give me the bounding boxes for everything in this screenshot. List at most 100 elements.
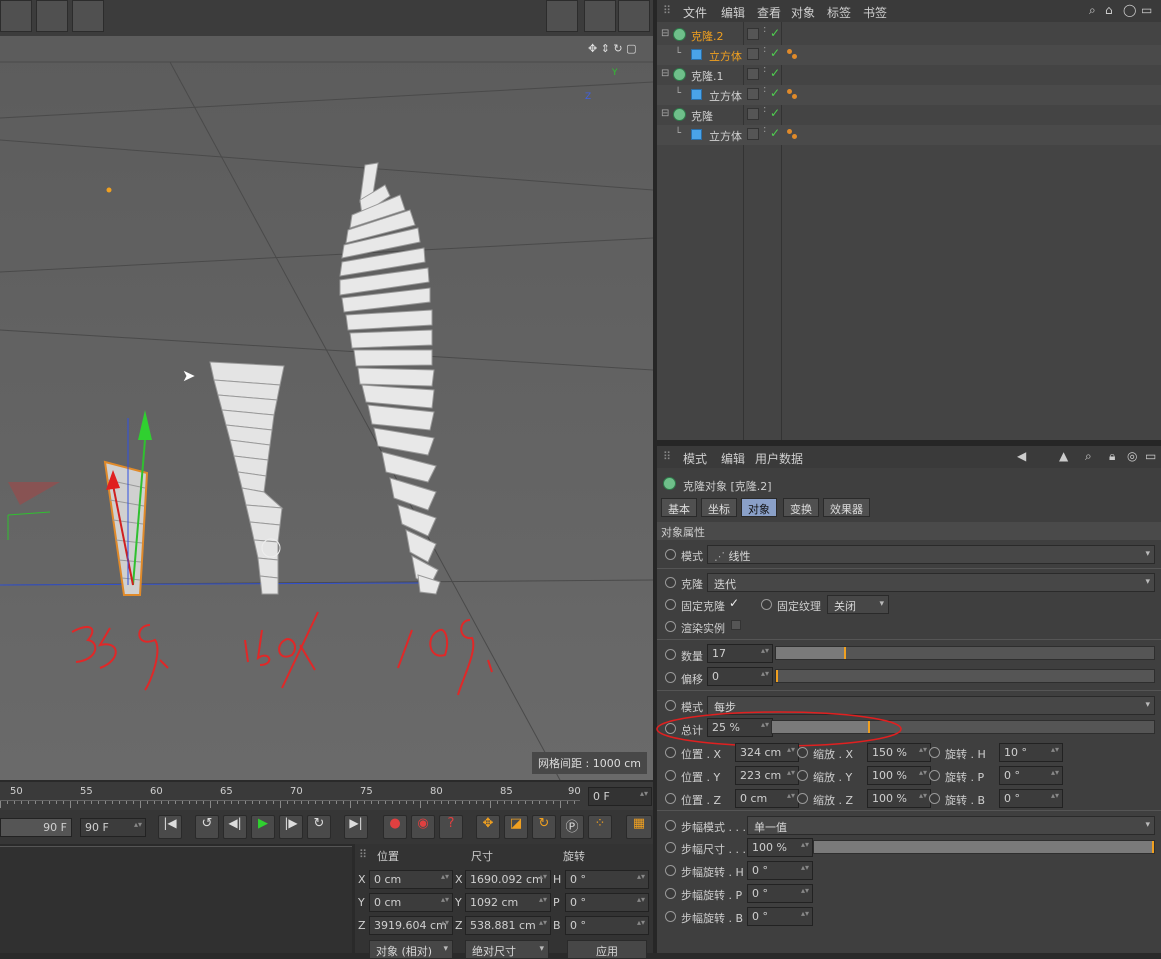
attr-menu-mode[interactable]: 模式 — [683, 450, 707, 467]
count-slider[interactable] — [775, 646, 1155, 660]
step-rot-radio[interactable] — [665, 865, 676, 876]
coord-rot-field[interactable]: 0 ° ▴▾ — [565, 916, 649, 935]
pos-field[interactable]: 0 cm ▴▾ — [735, 789, 799, 808]
layer-toggle-icon[interactable] — [747, 108, 759, 120]
tag-icon[interactable] — [787, 129, 798, 140]
menu-view[interactable]: 查看 — [757, 4, 781, 21]
object-name[interactable]: 克隆 — [691, 108, 713, 124]
step-mode-radio[interactable] — [665, 820, 676, 831]
tab-0[interactable]: 基本 — [661, 498, 697, 517]
rot-field[interactable]: 0 ° ▴▾ — [999, 766, 1063, 785]
coord-pos-field[interactable]: 0 cm ▴▾ — [369, 893, 453, 912]
timeline-ruler[interactable]: 50 55 60 65 70 75 80 85 90 0 F ▴▾ — [0, 782, 653, 810]
coord-rot-field[interactable]: 0 ° ▴▾ — [565, 893, 649, 912]
tab-1[interactable]: 坐标 — [701, 498, 737, 517]
fix-texture-dropdown[interactable]: 关闭 ▾ — [827, 595, 889, 614]
object-row[interactable]: ⊟ 克隆: ✓ — [657, 105, 1161, 125]
count-field[interactable]: 17 ▴▾ — [707, 644, 773, 663]
3d-viewport[interactable]: ✥ ⇕ ↻ ▢ Y Z ➤ 网格间距 : 1000 cm — [0, 0, 653, 780]
offset-slider[interactable] — [775, 669, 1155, 683]
layer-toggle-icon[interactable] — [747, 128, 759, 140]
coord-pos-field[interactable]: 3919.604 cm ▴▾ — [369, 916, 453, 935]
step-rot-field[interactable]: 0 ° ▴▾ — [747, 884, 813, 903]
eye-icon[interactable]: ◯ — [1123, 3, 1136, 17]
scale-radio[interactable] — [797, 747, 808, 758]
pos-field[interactable]: 324 cm ▴▾ — [735, 743, 799, 762]
autokey-button[interactable]: ◉ — [411, 815, 435, 839]
enabled-check-icon[interactable]: ✓ — [770, 86, 780, 100]
render-settings-icon[interactable] — [618, 0, 650, 32]
render-region-icon[interactable] — [584, 0, 616, 32]
visibility-dots-icon[interactable]: : — [763, 105, 766, 115]
light-bulb-icon[interactable] — [72, 0, 104, 32]
render-view-icon[interactable] — [0, 0, 32, 32]
step-mode-dropdown[interactable]: 单一值 ▾ — [747, 816, 1155, 835]
enabled-check-icon[interactable]: ✓ — [770, 26, 780, 40]
key-scale-button[interactable]: ◪ — [504, 815, 528, 839]
object-name[interactable]: 立方体 — [709, 128, 742, 144]
object-row[interactable]: ⊟ 克隆.1: ✓ — [657, 65, 1161, 85]
menu-object[interactable]: 对象 — [791, 4, 815, 21]
render-instances-radio[interactable] — [665, 621, 676, 632]
tree-collapse-icon[interactable]: ⊟ — [661, 108, 669, 119]
back-arrow-icon[interactable]: ◀ — [1017, 449, 1026, 463]
attr-menu-edit[interactable]: 编辑 — [721, 450, 745, 467]
rot-field[interactable]: 10 ° ▴▾ — [999, 743, 1063, 762]
lock-icon[interactable]: 🔒︎ — [1109, 449, 1115, 464]
go-to-end-button[interactable]: ▶| — [344, 815, 368, 839]
object-row[interactable]: ⊟ 克隆.2: ✓ — [657, 25, 1161, 45]
go-to-start-button[interactable]: |◀ — [158, 815, 182, 839]
apply-button[interactable]: 应用 — [567, 940, 647, 959]
coord-pos-field[interactable]: 0 cm ▴▾ — [369, 870, 453, 889]
tab-4[interactable]: 效果器 — [823, 498, 870, 517]
next-frame-button[interactable]: |▶ — [279, 815, 303, 839]
tab-3[interactable]: 变换 — [783, 498, 819, 517]
world-axis-icon[interactable] — [546, 0, 578, 32]
clone-dropdown[interactable]: 迭代 ▾ — [707, 573, 1155, 592]
target-icon[interactable]: ◎ — [1127, 449, 1137, 463]
scale-radio[interactable] — [797, 793, 808, 804]
visibility-dots-icon[interactable]: : — [763, 85, 766, 95]
camera-icon[interactable] — [36, 0, 68, 32]
play-button[interactable]: ▶ — [251, 815, 275, 839]
key-move-button[interactable]: ✥ — [476, 815, 500, 839]
attr-search-icon[interactable]: ⌕ — [1085, 449, 1092, 464]
rot-radio[interactable] — [929, 770, 940, 781]
next-key-button[interactable]: ↻ — [307, 815, 331, 839]
scale-field[interactable]: 100 % ▴▾ — [867, 789, 931, 808]
offset-radio[interactable] — [665, 672, 676, 683]
tree-collapse-icon[interactable]: ⊟ — [661, 28, 669, 39]
enabled-check-icon[interactable]: ✓ — [770, 46, 780, 60]
count-radio[interactable] — [665, 649, 676, 660]
menu-edit[interactable]: 编辑 — [721, 4, 745, 21]
object-name[interactable]: 克隆.2 — [691, 28, 724, 44]
fix-clone-checkbox[interactable]: ✓ — [729, 596, 739, 610]
scale-field[interactable]: 150 % ▴▾ — [867, 743, 931, 762]
count-slider-handle[interactable] — [844, 647, 847, 659]
object-name[interactable]: 立方体 — [709, 48, 742, 64]
tag-icon[interactable] — [787, 49, 798, 60]
coord-rot-field[interactable]: 0 ° ▴▾ — [565, 870, 649, 889]
pos-radio[interactable] — [665, 747, 676, 758]
object-name[interactable]: 克隆.1 — [691, 68, 724, 84]
pos-radio[interactable] — [665, 770, 676, 781]
visibility-dots-icon[interactable]: : — [763, 45, 766, 55]
rot-radio[interactable] — [929, 747, 940, 758]
scale-radio[interactable] — [797, 770, 808, 781]
tag-icon[interactable] — [787, 89, 798, 100]
mode-dropdown[interactable]: ⋰ 线性 ▾ — [707, 545, 1155, 564]
pos-field[interactable]: 223 cm ▴▾ — [735, 766, 799, 785]
end-frame-field[interactable]: 90 F ▴▾ — [80, 818, 146, 837]
step-rot-field[interactable]: 0 ° ▴▾ — [747, 861, 813, 880]
step-rot-radio[interactable] — [665, 911, 676, 922]
step-rot-field[interactable]: 0 ° ▴▾ — [747, 907, 813, 926]
coord-size-field[interactable]: 538.881 cm ▴▾ — [465, 916, 551, 935]
key-pla-button[interactable]: ⁘ — [588, 815, 612, 839]
layer-toggle-icon[interactable] — [747, 28, 759, 40]
tree-collapse-icon[interactable]: ⊟ — [661, 68, 669, 79]
fix-clone-radio[interactable] — [665, 599, 676, 610]
enabled-check-icon[interactable]: ✓ — [770, 126, 780, 140]
prev-key-button[interactable]: ↺ — [195, 815, 219, 839]
key-param-button[interactable]: Ⓟ — [560, 815, 584, 839]
step-size-field[interactable]: 100 % ▴▾ — [747, 838, 813, 857]
